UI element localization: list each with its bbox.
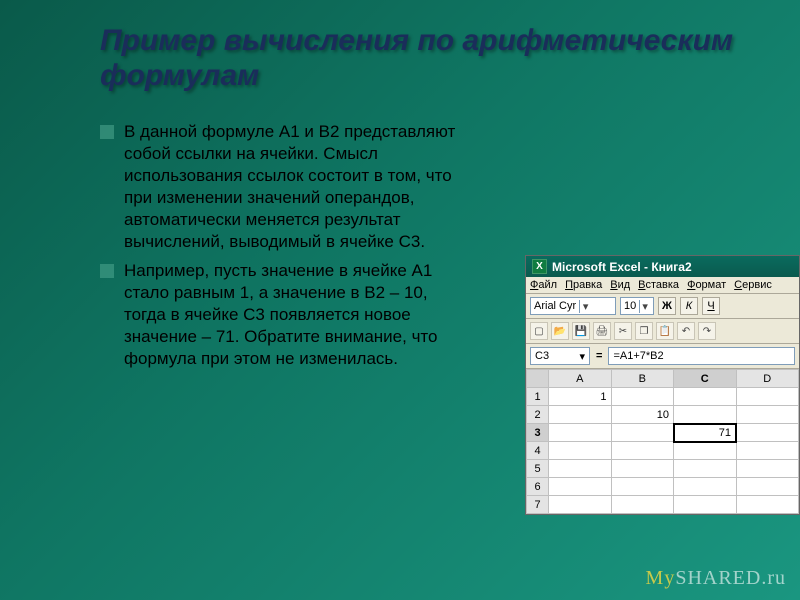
cell[interactable] [736,406,799,424]
bullet-item: Например, пусть значение в ячейке А1 ста… [100,260,460,370]
name-box[interactable]: C3 ▾ [530,347,590,365]
excel-standard-toolbar: ▢ 📂 💾 🖨 ✂ ❐ 📋 ↶ ↷ [526,319,799,344]
cell[interactable] [736,442,799,460]
new-icon[interactable]: ▢ [530,322,548,340]
menu-edit[interactable]: Правка [565,279,602,291]
excel-window: X Microsoft Excel - Книга2 Файл Правка В… [525,255,800,515]
cell[interactable] [674,478,737,496]
excel-app-icon: X [532,259,547,274]
excel-titlebar: X Microsoft Excel - Книга2 [526,256,799,277]
undo-icon[interactable]: ↶ [677,322,695,340]
cell[interactable] [611,442,674,460]
underline-button[interactable]: Ч [702,297,720,315]
select-all-corner[interactable] [527,370,549,388]
excel-grid[interactable]: A B C D 1 1 2 10 [526,369,799,514]
cell[interactable] [611,388,674,406]
redo-icon[interactable]: ↷ [698,322,716,340]
row-header[interactable]: 6 [527,478,549,496]
col-header-b[interactable]: B [611,370,674,388]
excel-formula-bar: C3 ▾ = =A1+7*B2 [526,344,799,369]
row-header[interactable]: 2 [527,406,549,424]
font-name-combo[interactable]: Arial Cyr▾ [530,297,616,315]
bullet-text: Например, пусть значение в ячейке А1 ста… [124,260,460,370]
italic-button[interactable]: К [680,297,698,315]
cell-selected[interactable]: 71 [674,424,737,442]
formula-input[interactable]: =A1+7*B2 [608,347,795,365]
row-header[interactable]: 1 [527,388,549,406]
cell[interactable]: 10 [611,406,674,424]
print-icon[interactable]: 🖨 [593,322,611,340]
row-header[interactable]: 3 [527,424,549,442]
cell[interactable] [549,478,612,496]
slide: Пример вычисления по арифметическим форм… [0,0,800,600]
open-icon[interactable]: 📂 [551,322,569,340]
cell[interactable] [736,460,799,478]
bullet-marker-icon [100,125,114,139]
cell[interactable] [736,424,799,442]
equals-icon: = [596,350,602,362]
excel-format-bar: Arial Cyr▾ 10▾ Ж К Ч [526,294,799,319]
row-header[interactable]: 4 [527,442,549,460]
save-icon[interactable]: 💾 [572,322,590,340]
bullet-text: В данной формуле А1 и В2 представляют со… [124,121,460,254]
cell[interactable] [549,424,612,442]
row-header[interactable]: 5 [527,460,549,478]
cell[interactable] [674,442,737,460]
cell[interactable] [611,478,674,496]
text-column: В данной формуле А1 и В2 представляют со… [100,121,460,376]
formula-value: =A1+7*B2 [613,350,663,362]
menu-format[interactable]: Формат [687,279,726,291]
cell[interactable] [611,424,674,442]
cell[interactable] [674,460,737,478]
font-size-combo[interactable]: 10▾ [620,297,654,315]
chevron-down-icon: ▾ [639,300,650,313]
name-box-value: C3 [535,350,549,362]
copy-icon[interactable]: ❐ [635,322,653,340]
watermark-rest: SHARED.ru [675,567,786,589]
cell[interactable] [736,478,799,496]
excel-title: Microsoft Excel - Книга2 [552,260,692,274]
menu-tools[interactable]: Сервис [734,279,772,291]
cell[interactable] [611,460,674,478]
bold-button[interactable]: Ж [658,297,676,315]
col-header-d[interactable]: D [736,370,799,388]
bullet-item: В данной формуле А1 и В2 представляют со… [100,121,460,254]
font-size-value: 10 [624,300,636,312]
chevron-down-icon: ▾ [579,300,591,313]
watermark: MySHARED.ru [646,567,786,590]
cut-icon[interactable]: ✂ [614,322,632,340]
cell[interactable] [549,442,612,460]
paste-icon[interactable]: 📋 [656,322,674,340]
chevron-down-icon: ▾ [579,350,585,363]
cell[interactable] [674,388,737,406]
bullet-marker-icon [100,264,114,278]
menu-insert[interactable]: Вставка [638,279,679,291]
cell[interactable] [549,496,612,514]
cell[interactable] [736,388,799,406]
cell[interactable] [674,496,737,514]
cell[interactable] [674,406,737,424]
menu-file[interactable]: Файл [530,279,557,291]
cell[interactable] [611,496,674,514]
col-header-a[interactable]: A [549,370,612,388]
excel-menubar: Файл Правка Вид Вставка Формат Сервис [526,277,799,294]
font-name-value: Arial Cyr [534,300,576,312]
cell[interactable] [549,460,612,478]
cell[interactable]: 1 [549,388,612,406]
cell[interactable] [736,496,799,514]
slide-title: Пример вычисления по арифметическим форм… [100,24,760,93]
cell[interactable] [549,406,612,424]
watermark-my: My [646,567,676,589]
menu-view[interactable]: Вид [610,279,630,291]
row-header[interactable]: 7 [527,496,549,514]
col-header-c[interactable]: C [674,370,737,388]
